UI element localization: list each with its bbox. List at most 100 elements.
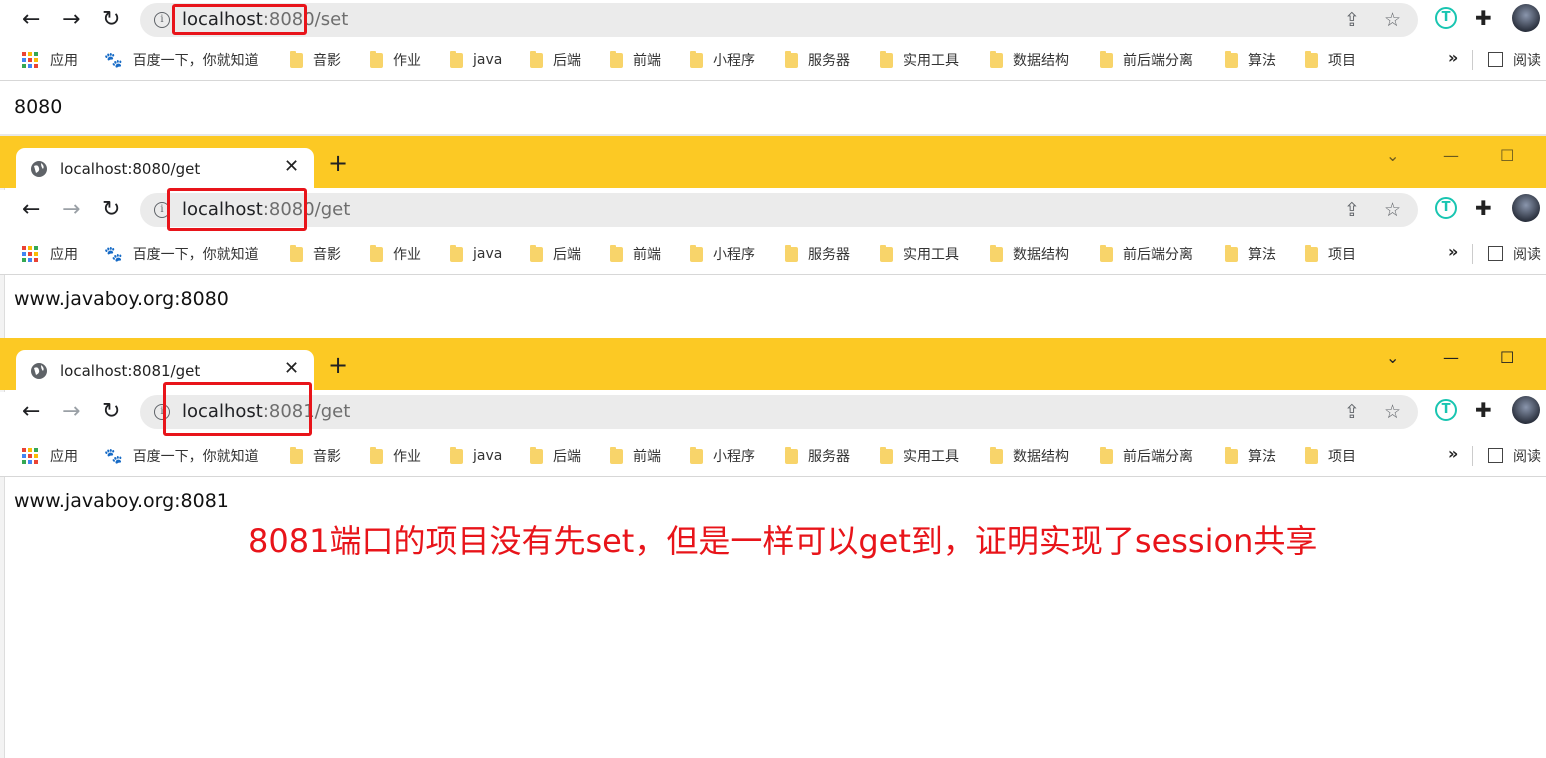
bookmark-item[interactable]: 服务器: [785, 50, 850, 70]
bookmark-item[interactable]: 应用: [22, 446, 78, 466]
puzzle-icon[interactable]: ✚: [1475, 398, 1492, 422]
reload-button[interactable]: ↻: [102, 198, 120, 222]
globe-icon: [31, 161, 47, 177]
bookmark-item[interactable]: 作业: [370, 446, 421, 466]
bookmark-label: 后端: [553, 449, 581, 465]
bookmark-item[interactable]: java: [450, 446, 502, 466]
address-bar[interactable]: i localhost:8081/get ⇪ ☆: [140, 395, 1418, 429]
bookmark-item[interactable]: 作业: [370, 244, 421, 264]
bookmark-item[interactable]: 实用工具: [880, 244, 959, 264]
more-bookmarks-button[interactable]: »: [1448, 48, 1458, 67]
puzzle-icon[interactable]: ✚: [1475, 6, 1492, 30]
reading-list-button[interactable]: 阅读: [1488, 50, 1541, 70]
more-bookmarks-button[interactable]: »: [1448, 444, 1458, 463]
bookmark-item[interactable]: 实用工具: [880, 50, 959, 70]
forward-button[interactable]: →: [62, 198, 80, 222]
bookmark-item[interactable]: 服务器: [785, 244, 850, 264]
maximize-icon[interactable]: ☐: [1500, 146, 1514, 166]
bookmark-item[interactable]: 音影: [290, 446, 341, 466]
reload-button[interactable]: ↻: [102, 400, 120, 424]
bookmark-item[interactable]: java: [450, 50, 502, 70]
bookmark-label: java: [473, 52, 503, 68]
star-icon[interactable]: ☆: [1384, 401, 1401, 423]
back-button[interactable]: ←: [22, 400, 40, 424]
bookmark-item[interactable]: 后端: [530, 50, 581, 70]
bookmark-item[interactable]: 实用工具: [880, 446, 959, 466]
bookmark-item[interactable]: 前端: [610, 50, 661, 70]
bookmark-item[interactable]: 算法: [1225, 50, 1276, 70]
puzzle-icon[interactable]: ✚: [1475, 196, 1492, 220]
reading-list-icon: [1488, 52, 1503, 67]
folder-icon: [1100, 50, 1113, 68]
translate-extension-icon[interactable]: T: [1435, 197, 1457, 219]
share-icon[interactable]: ⇪: [1344, 9, 1360, 31]
reading-list-button[interactable]: 阅读: [1488, 446, 1541, 466]
avatar[interactable]: [1512, 194, 1540, 222]
address-bar[interactable]: i localhost:8080/set ⇪ ☆: [140, 3, 1418, 37]
maximize-icon[interactable]: ☐: [1500, 348, 1514, 368]
bookmark-item[interactable]: 服务器: [785, 446, 850, 466]
folder-icon: [1100, 244, 1113, 262]
folder-icon: [450, 50, 463, 68]
bookmark-item[interactable]: 🐾 百度一下，你就知道: [104, 50, 259, 70]
star-icon[interactable]: ☆: [1384, 9, 1401, 31]
bookmark-item[interactable]: 🐾 百度一下，你就知道: [104, 244, 259, 264]
avatar[interactable]: [1512, 396, 1540, 424]
close-icon[interactable]: ✕: [284, 358, 299, 380]
bookmark-item[interactable]: 项目: [1305, 446, 1356, 466]
bookmark-item[interactable]: 算法: [1225, 244, 1276, 264]
bookmark-item[interactable]: java: [450, 244, 502, 264]
translate-extension-icon[interactable]: T: [1435, 7, 1457, 29]
bookmark-item[interactable]: 前端: [610, 244, 661, 264]
bookmark-item[interactable]: 前后端分离: [1100, 50, 1193, 70]
forward-button[interactable]: →: [62, 400, 80, 424]
minimize-icon[interactable]: —: [1443, 348, 1459, 368]
close-icon[interactable]: ✕: [284, 156, 299, 178]
tab-search-chevron-icon[interactable]: ⌄: [1386, 146, 1399, 166]
plus-icon[interactable]: +: [328, 352, 348, 378]
bookmark-item[interactable]: 小程序: [690, 446, 755, 466]
apps-grid-icon: [22, 52, 38, 68]
tab-search-chevron-icon[interactable]: ⌄: [1386, 348, 1399, 368]
info-icon[interactable]: i: [154, 12, 170, 28]
translate-extension-icon[interactable]: T: [1435, 399, 1457, 421]
bookmark-item[interactable]: 音影: [290, 50, 341, 70]
folder-icon: [450, 244, 463, 262]
bookmark-item[interactable]: 前后端分离: [1100, 446, 1193, 466]
bookmark-item[interactable]: 小程序: [690, 50, 755, 70]
bookmark-item[interactable]: 应用: [22, 244, 78, 264]
bookmark-item[interactable]: 数据结构: [990, 446, 1069, 466]
bookmark-item[interactable]: 数据结构: [990, 244, 1069, 264]
bookmark-label: 后端: [553, 247, 581, 263]
more-bookmarks-button[interactable]: »: [1448, 242, 1458, 261]
bookmark-item[interactable]: 应用: [22, 50, 78, 70]
bookmark-item[interactable]: 作业: [370, 50, 421, 70]
bookmark-item[interactable]: 算法: [1225, 446, 1276, 466]
bookmark-item[interactable]: 音影: [290, 244, 341, 264]
bookmark-item[interactable]: 项目: [1305, 50, 1356, 70]
bookmark-item[interactable]: 项目: [1305, 244, 1356, 264]
tab-active[interactable]: localhost:8080/get ✕: [16, 148, 314, 190]
address-bar[interactable]: i localhost:8080/get ⇪ ☆: [140, 193, 1418, 227]
bookmark-item[interactable]: 前端: [610, 446, 661, 466]
forward-button[interactable]: →: [62, 8, 80, 32]
star-icon[interactable]: ☆: [1384, 199, 1401, 221]
back-button[interactable]: ←: [22, 198, 40, 222]
bookmark-item[interactable]: 前后端分离: [1100, 244, 1193, 264]
bookmark-label: 实用工具: [903, 449, 959, 465]
bookmark-label: 算法: [1248, 53, 1276, 69]
bookmark-item[interactable]: 🐾 百度一下，你就知道: [104, 446, 259, 466]
plus-icon[interactable]: +: [328, 150, 348, 176]
share-icon[interactable]: ⇪: [1344, 401, 1360, 423]
reading-list-button[interactable]: 阅读: [1488, 244, 1541, 264]
reload-button[interactable]: ↻: [102, 8, 120, 32]
bookmark-item[interactable]: 后端: [530, 446, 581, 466]
minimize-icon[interactable]: —: [1443, 146, 1459, 166]
bookmark-item[interactable]: 后端: [530, 244, 581, 264]
bookmark-label: 项目: [1328, 247, 1356, 263]
bookmark-item[interactable]: 数据结构: [990, 50, 1069, 70]
avatar[interactable]: [1512, 4, 1540, 32]
bookmark-item[interactable]: 小程序: [690, 244, 755, 264]
share-icon[interactable]: ⇪: [1344, 199, 1360, 221]
back-button[interactable]: ←: [22, 8, 40, 32]
